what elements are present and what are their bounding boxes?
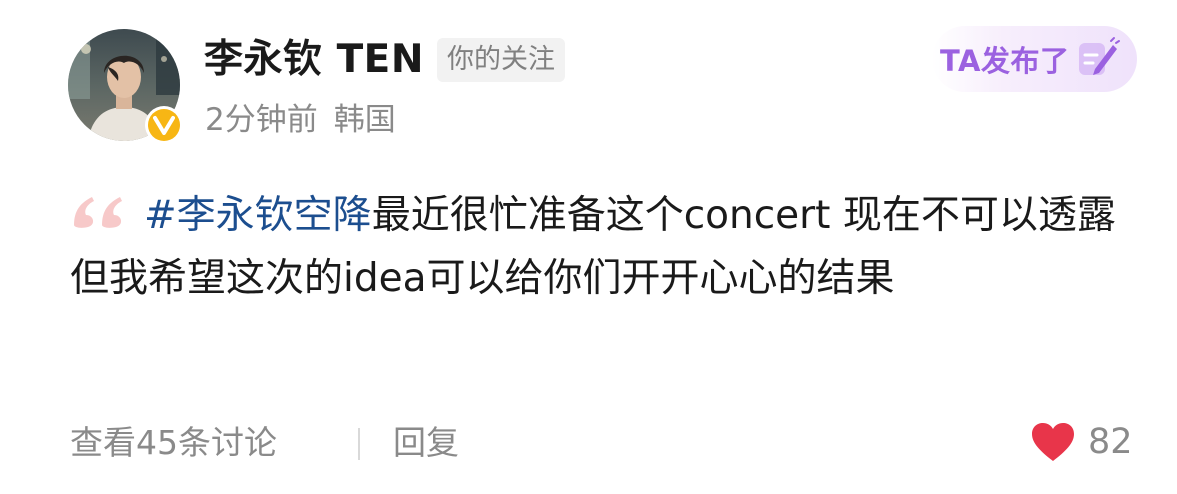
- v-badge-icon: [148, 109, 180, 141]
- verified-badge: [145, 106, 183, 144]
- author-name[interactable]: 李永钦 TEN: [204, 36, 424, 84]
- post-time: 2分钟前: [205, 102, 318, 138]
- ta-published-button[interactable]: TA发布了: [932, 26, 1137, 92]
- post-location: 韩国: [333, 102, 396, 138]
- post-card: 李永钦 TEN 你的关注 2分钟前 韩国 TA发布了 #李永钦空降最近很忙准备这个…: [0, 0, 1177, 494]
- reply-button[interactable]: 回复: [393, 420, 459, 466]
- topic-hashtag-link[interactable]: #李永钦空降: [144, 193, 372, 238]
- footer-divider: [358, 428, 360, 460]
- heart-icon[interactable]: [1030, 421, 1076, 463]
- edit-pen-icon: [1079, 37, 1121, 75]
- view-discussion-link[interactable]: 查看45条讨论: [70, 420, 277, 466]
- follow-status-tag: 你的关注: [437, 38, 565, 82]
- ta-published-label: TA发布了: [940, 44, 1070, 78]
- post-content: #李永钦空降最近很忙准备这个concert 现在不可以透露 但我希望这次的ide…: [70, 184, 1130, 310]
- post-meta: 2分钟前 韩国: [205, 98, 396, 142]
- like-count: 82: [1088, 422, 1133, 462]
